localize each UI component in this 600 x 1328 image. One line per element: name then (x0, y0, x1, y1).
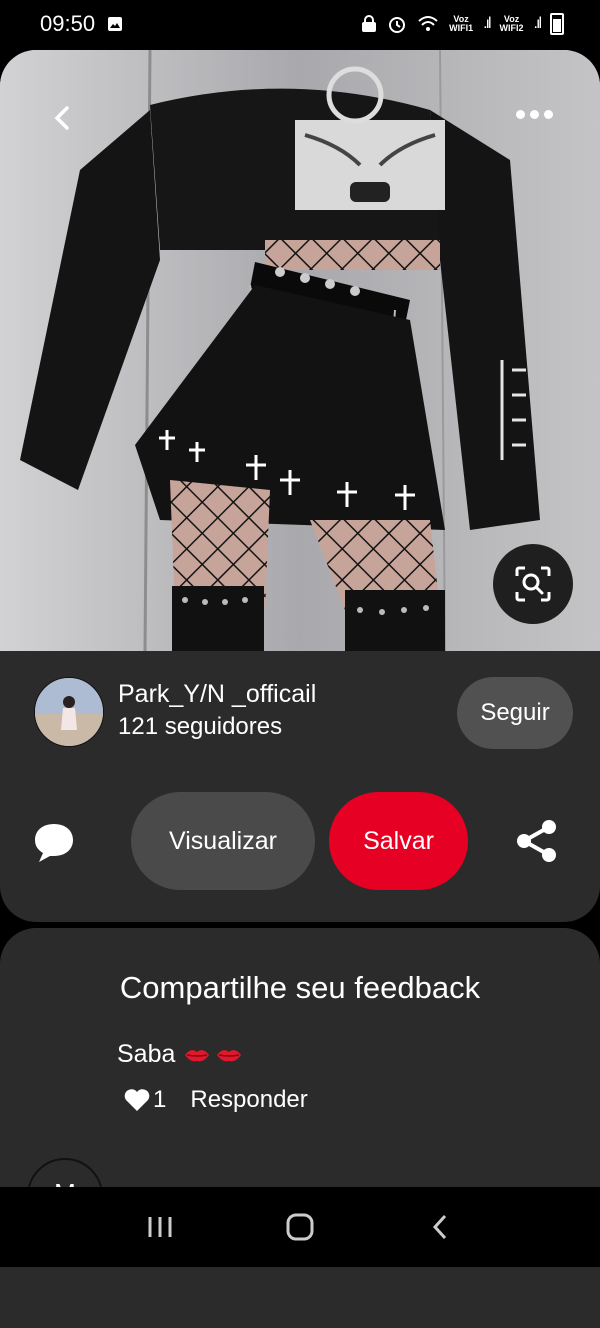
signal-bars-2-icon: .ıl (533, 15, 543, 32)
comment-text: Saba (117, 1040, 243, 1069)
feedback-card: Compartilhe seu feedback Saba 1 Responde… (0, 928, 600, 1328)
speech-bubble-icon (35, 824, 73, 862)
comment-body: Saba (117, 1040, 176, 1068)
pin-card: Park_Y/N _officail 121 seguidores Seguir… (0, 50, 600, 922)
comment-button[interactable] (30, 818, 78, 866)
more-dot (543, 109, 553, 119)
feedback-title: Compartilhe seu feedback (119, 970, 481, 1005)
save-button[interactable]: Salvar (329, 792, 468, 890)
visual-search-icon (515, 566, 551, 602)
network-label-1: Voz WIFI1 (449, 14, 474, 33)
network-label-2: Voz WIFI2 (499, 14, 524, 33)
follow-button[interactable]: Seguir (457, 677, 573, 749)
gallery-icon (108, 17, 123, 31)
kiss-emoji-icon (183, 1046, 243, 1064)
chevron-left-icon (54, 106, 69, 130)
visual-search-button[interactable] (493, 544, 573, 624)
more-dot (529, 109, 539, 119)
creator-name[interactable]: Park_Y/N _officail (118, 680, 316, 709)
system-nav-bar (0, 1187, 600, 1267)
nav-back-button[interactable] (410, 1197, 470, 1257)
reply-button[interactable]: Responder (190, 1086, 307, 1114)
recent-apps-button[interactable] (130, 1197, 190, 1257)
status-left: 09:50 (40, 11, 123, 37)
nav-back-icon (432, 1214, 447, 1240)
status-right: Voz WIFI1 .ıl Voz WIFI2 .ıl (361, 13, 564, 35)
pin-image[interactable] (0, 50, 600, 651)
alarm-icon (389, 17, 406, 33)
creator-row: Park_Y/N _officail 121 seguidores Seguir (34, 677, 574, 749)
creator-avatar[interactable] (34, 677, 104, 747)
share-icon (517, 820, 556, 862)
more-horizontal-icon (515, 109, 525, 119)
visualize-button[interactable]: Visualizar (131, 792, 315, 890)
comment-actions: 1 Responder (123, 1086, 308, 1114)
like-count: 1 (153, 1086, 167, 1113)
wifi-icon (418, 16, 438, 31)
clock: 09:50 (40, 11, 96, 36)
back-button[interactable] (36, 92, 88, 144)
action-row: Visualizar Salvar (0, 792, 600, 890)
heart-icon[interactable] (123, 1087, 151, 1113)
follower-count: 121 seguidores (118, 713, 283, 740)
signal-bars-1-icon: .ıl (483, 15, 492, 32)
recent-apps-icon (148, 1217, 172, 1237)
home-button[interactable] (270, 1197, 330, 1257)
status-bar: 09:50 Voz WIFI1 .ıl Voz WIFI2 .ıl (0, 0, 600, 48)
home-icon (286, 1213, 314, 1241)
battery-icon (550, 13, 564, 35)
share-button[interactable] (514, 818, 560, 864)
more-options-button[interactable] (504, 92, 564, 136)
lock-notification-icon (362, 15, 377, 32)
